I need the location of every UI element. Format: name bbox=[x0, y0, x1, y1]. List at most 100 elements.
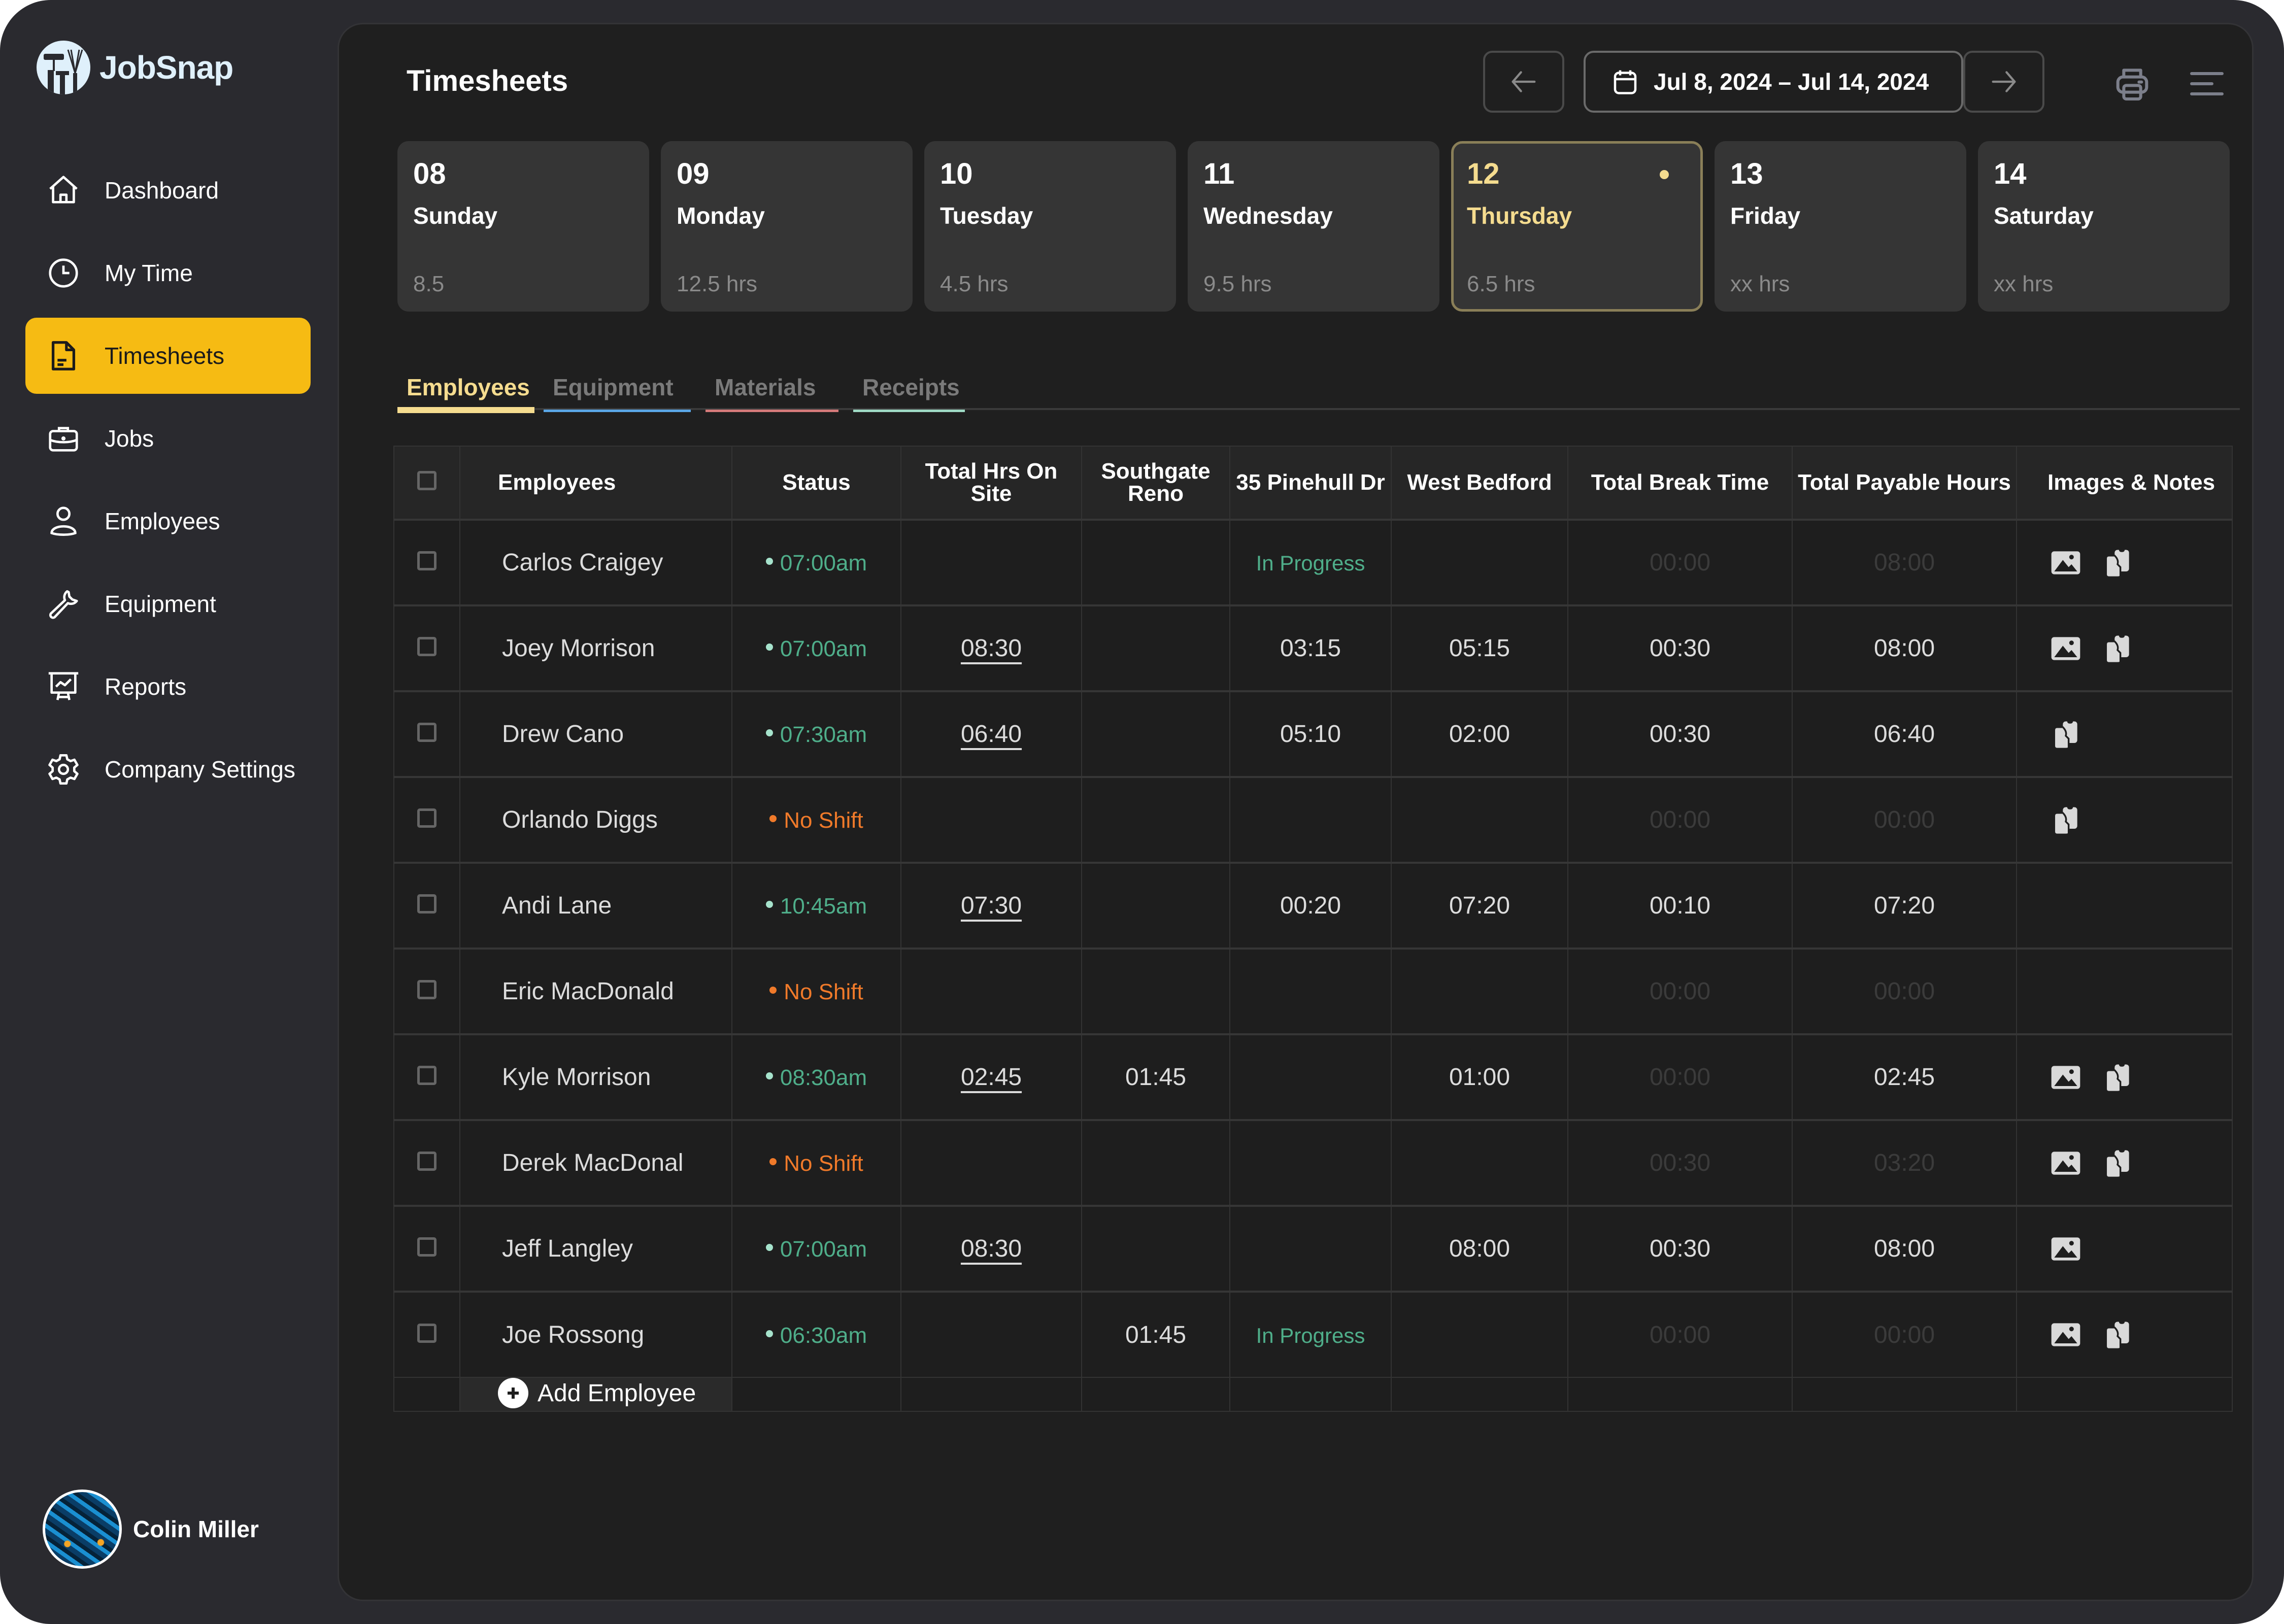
column-header-southgate-reno[interactable]: Southgate Reno bbox=[1081, 446, 1230, 520]
user-profile[interactable]: Colin Miller bbox=[43, 1490, 259, 1569]
total-hrs-on-site-value[interactable]: 06:40 bbox=[961, 721, 1022, 748]
west-bedford-cell bbox=[1391, 776, 1568, 863]
total-hrs-on-site-value[interactable]: 02:45 bbox=[961, 1064, 1022, 1091]
image-icon[interactable] bbox=[2048, 1232, 2083, 1266]
employee-name[interactable]: Drew Cano bbox=[459, 691, 732, 777]
employee-name[interactable]: Eric MacDonald bbox=[459, 948, 732, 1035]
row-checkbox[interactable] bbox=[417, 1323, 436, 1343]
row-checkbox[interactable] bbox=[417, 980, 436, 999]
notes-icon[interactable] bbox=[2100, 1060, 2135, 1095]
southgate-reno-cell: 01:45 bbox=[1081, 1034, 1230, 1121]
image-icon[interactable] bbox=[2048, 1060, 2083, 1095]
total-payable-hours-value: 03:20 bbox=[1873, 1149, 1935, 1176]
column-header-employees[interactable]: Employees bbox=[459, 446, 732, 520]
sidebar-item-employees[interactable]: Employees bbox=[25, 483, 311, 559]
table-row[interactable]: Carlos Craigey 07:00am In Progress 00:00 08:… bbox=[393, 519, 2233, 606]
tab-equipment[interactable]: Equipment bbox=[544, 359, 691, 412]
table-row[interactable]: Drew Cano 07:30am 06:40 05:10 02:00 00:30 06:4… bbox=[393, 691, 2233, 777]
employee-name[interactable]: Carlos Craigey bbox=[459, 519, 732, 606]
logo[interactable]: JobSnap bbox=[37, 41, 233, 94]
notes-icon[interactable] bbox=[2048, 717, 2083, 752]
total-hrs-on-site-value[interactable]: 07:30 bbox=[961, 892, 1022, 919]
previous-week-button[interactable] bbox=[1483, 51, 1564, 113]
employee-name[interactable]: Derek MacDonal bbox=[459, 1120, 732, 1206]
day-number: 11 bbox=[1203, 157, 1235, 190]
menu-button[interactable] bbox=[2184, 61, 2230, 107]
tab-employees[interactable]: Employees bbox=[397, 359, 534, 413]
total-hrs-on-site-value[interactable]: 08:30 bbox=[961, 635, 1022, 662]
add-employee-button[interactable]: Add Employee bbox=[498, 1378, 696, 1408]
row-checkbox[interactable] bbox=[417, 637, 436, 656]
table-row[interactable]: Andi Lane 10:45am 07:30 00:20 07:20 00:10 07:2… bbox=[393, 862, 2233, 949]
employee-name[interactable]: Joey Morrison bbox=[459, 605, 732, 692]
presentation-chart-icon bbox=[48, 672, 79, 700]
sidebar-item-company-settings[interactable]: Company Settings bbox=[25, 731, 311, 807]
west-bedford-value: 05:15 bbox=[1449, 635, 1510, 662]
sidebar-item-jobs[interactable]: Jobs bbox=[25, 400, 311, 477]
day-card-friday[interactable]: 13 Friday xx hrs bbox=[1715, 141, 1966, 312]
day-card-saturday[interactable]: 14 Saturday xx hrs bbox=[1978, 141, 2230, 312]
table-row[interactable]: Orlando Diggs No Shift 00:00 00:00 bbox=[393, 776, 2233, 863]
status-badge: No Shift bbox=[769, 808, 863, 833]
notes-icon[interactable] bbox=[2100, 546, 2135, 580]
image-icon[interactable] bbox=[2048, 1146, 2083, 1180]
date-range-picker[interactable]: Jul 8, 2024 – Jul 14, 2024 bbox=[1584, 51, 1963, 113]
total-break-time-cell: 00:30 bbox=[1567, 1120, 1793, 1206]
table-row[interactable]: Kyle Morrison 08:30am 02:45 01:45 01:00 00:00… bbox=[393, 1034, 2233, 1121]
image-icon[interactable] bbox=[2048, 1317, 2083, 1352]
day-card-thursday[interactable]: 12 Thursday 6.5 hrs bbox=[1451, 141, 1703, 312]
column-header-west-bedford[interactable]: West Bedford bbox=[1391, 446, 1568, 520]
total-payable-hours-value: 02:45 bbox=[1873, 1064, 1935, 1091]
print-button[interactable] bbox=[2109, 61, 2155, 107]
column-header-total-hrs-on-site[interactable]: Total Hrs On Site bbox=[900, 446, 1082, 520]
employee-name[interactable]: Orlando Diggs bbox=[459, 776, 732, 863]
row-checkbox[interactable] bbox=[417, 1152, 436, 1171]
table-row[interactable]: Joe Rossong 06:30am 01:45 In Progress 00:00 0… bbox=[393, 1291, 2233, 1378]
next-week-button[interactable] bbox=[1963, 51, 2044, 113]
sidebar-item-reports[interactable]: Reports bbox=[25, 649, 311, 725]
pinehull-dr-cell bbox=[1229, 1034, 1392, 1121]
day-card-wednesday[interactable]: 11 Wednesday 9.5 hrs bbox=[1188, 141, 1439, 312]
row-checkbox[interactable] bbox=[417, 808, 436, 828]
employee-name[interactable]: Andi Lane bbox=[459, 862, 732, 949]
sidebar-item-timesheets[interactable]: Timesheets bbox=[25, 318, 311, 394]
notes-icon[interactable] bbox=[2100, 1317, 2135, 1352]
table-row[interactable]: Joey Morrison 07:00am 08:30 03:15 05:15 00:30… bbox=[393, 605, 2233, 692]
sidebar-item-dashboard[interactable]: Dashboard bbox=[25, 152, 311, 228]
total-hrs-on-site-value[interactable]: 08:30 bbox=[961, 1235, 1022, 1262]
empty-cell bbox=[900, 1377, 1082, 1412]
image-icon[interactable] bbox=[2048, 546, 2083, 580]
column-header-status[interactable]: Status bbox=[731, 446, 901, 520]
day-card-tuesday[interactable]: 10 Tuesday 4.5 hrs bbox=[924, 141, 1176, 312]
row-checkbox[interactable] bbox=[417, 551, 436, 570]
row-checkbox[interactable] bbox=[417, 1237, 436, 1257]
column-header-total-payable-hours[interactable]: Total Payable Hours bbox=[1792, 446, 2017, 520]
image-icon[interactable] bbox=[2048, 631, 2083, 666]
column-header-total-break-time[interactable]: Total Break Time bbox=[1567, 446, 1793, 520]
notes-icon[interactable] bbox=[2048, 803, 2083, 837]
row-checkbox[interactable] bbox=[417, 723, 436, 742]
row-checkbox[interactable] bbox=[417, 894, 436, 913]
notes-icon[interactable] bbox=[2100, 631, 2135, 666]
employee-name[interactable]: Joe Rossong bbox=[459, 1291, 732, 1378]
images-notes-cell bbox=[2016, 605, 2233, 692]
table-row[interactable]: Eric MacDonald No Shift 00:00 00:00 bbox=[393, 948, 2233, 1035]
row-checkbox[interactable] bbox=[417, 1066, 436, 1085]
tab-receipts[interactable]: Receipts bbox=[853, 359, 965, 412]
sidebar-item-my-time[interactable]: My Time bbox=[25, 235, 311, 311]
table-row[interactable]: Jeff Langley 07:00am 08:30 08:00 00:30 08:00 bbox=[393, 1205, 2233, 1292]
avatar[interactable] bbox=[43, 1490, 122, 1569]
column-header-35-pinehull-dr[interactable]: 35 Pinehull Dr bbox=[1229, 446, 1392, 520]
table-row[interactable]: Derek MacDonal No Shift 00:30 03:20 bbox=[393, 1120, 2233, 1206]
column-header-images-notes[interactable]: Images & Notes bbox=[2016, 446, 2233, 520]
tab-materials[interactable]: Materials bbox=[706, 359, 838, 412]
select-all-checkbox[interactable] bbox=[417, 471, 436, 490]
home-icon bbox=[49, 176, 78, 204]
plus-circle-icon bbox=[498, 1378, 528, 1408]
day-card-monday[interactable]: 09 Monday 12.5 hrs bbox=[661, 141, 913, 312]
day-card-sunday[interactable]: 08 Sunday 8.5 bbox=[397, 141, 649, 312]
employee-name[interactable]: Jeff Langley bbox=[459, 1205, 732, 1292]
employee-name[interactable]: Kyle Morrison bbox=[459, 1034, 732, 1121]
sidebar-item-equipment[interactable]: Equipment bbox=[25, 566, 311, 642]
notes-icon[interactable] bbox=[2100, 1146, 2135, 1180]
